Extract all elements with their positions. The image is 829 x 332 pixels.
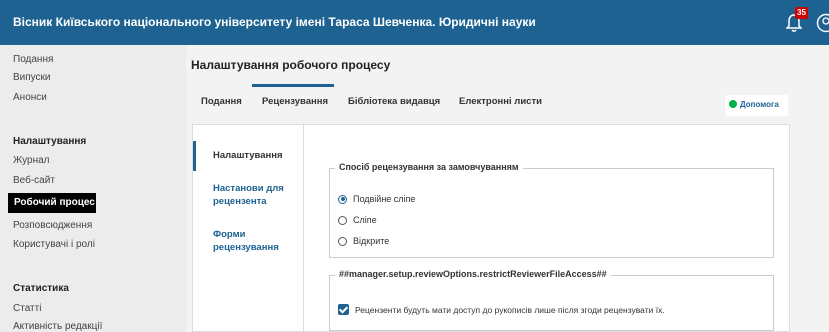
subnav-settings[interactable]: Налаштування <box>213 149 283 162</box>
sidebar-item-announcements[interactable]: Анонси <box>13 92 47 103</box>
panel-divider <box>303 125 304 332</box>
sidebar-section-statistics: Статистика <box>13 283 69 294</box>
sidebar-item-articles[interactable]: Статті <box>13 303 41 314</box>
radio-button[interactable] <box>338 236 347 246</box>
help-dot-icon <box>729 100 737 108</box>
sidebar-item-website[interactable]: Веб-сайт <box>13 175 55 186</box>
main-content: Налаштування робочого процесу Подання Ре… <box>186 45 829 332</box>
settings-panel: Налаштування Настанови для рецензента Фо… <box>192 124 790 332</box>
notification-count-badge: 35 <box>795 7 808 19</box>
radio-label: Сліпе <box>353 215 377 225</box>
radio-option-double-blind[interactable]: Подвійне сліпе <box>338 194 415 204</box>
tab-emails[interactable]: Електронні листи <box>459 96 542 107</box>
restrict-file-access-option[interactable]: Рецензенти будуть мати доступ до рукопис… <box>338 304 665 315</box>
file-access-fieldset: ##manager.setup.reviewOptions.restrictRe… <box>329 269 774 331</box>
top-bar: Вісник Київського національного універси… <box>0 0 829 45</box>
active-subnav-indicator <box>193 141 196 171</box>
tab-publisher-library[interactable]: Бібліотека видавця <box>348 96 440 107</box>
radio-label: Відкрите <box>353 236 390 246</box>
radio-label: Подвійне сліпе <box>353 194 416 204</box>
review-method-fieldset: Спосіб рецензування за замовчуванням Под… <box>329 162 774 258</box>
user-icon[interactable] <box>816 13 829 33</box>
tab-submissions[interactable]: Подання <box>201 96 242 107</box>
radio-option-blind[interactable]: Сліпе <box>338 215 377 225</box>
radio-button[interactable] <box>338 194 347 204</box>
sidebar: Подання Випуски Анонси Налаштування Журн… <box>0 45 186 332</box>
file-access-legend: ##manager.setup.reviewOptions.restrictRe… <box>335 269 611 279</box>
sidebar-item-distribution[interactable]: Розповсюдження <box>13 220 92 231</box>
restrict-file-access-checkbox[interactable] <box>338 304 349 315</box>
sidebar-item-journal[interactable]: Журнал <box>13 155 50 166</box>
subnav-reviewer-guidelines[interactable]: Настанови для рецензента <box>213 182 293 208</box>
tab-review[interactable]: Рецензування <box>262 96 328 107</box>
sidebar-item-submissions[interactable]: Подання <box>13 54 53 65</box>
subnav-review-forms[interactable]: Форми рецензування <box>213 228 293 254</box>
sidebar-item-editorial-activity[interactable]: Активність редакції <box>13 321 102 332</box>
sidebar-item-issues[interactable]: Випуски <box>13 72 51 83</box>
radio-option-open[interactable]: Відкрите <box>338 236 389 246</box>
sidebar-section-settings: Налаштування <box>13 136 87 147</box>
help-button[interactable]: Допомога <box>725 95 788 116</box>
help-label: Допомога <box>740 100 779 109</box>
sidebar-item-workflow[interactable]: Робочий процес <box>8 193 96 213</box>
sidebar-item-users-roles[interactable]: Користувачі і ролі <box>13 239 95 250</box>
journal-title[interactable]: Вісник Київського національного універси… <box>13 15 536 29</box>
page-title: Налаштування робочого процесу <box>191 58 391 72</box>
review-method-legend: Спосіб рецензування за замовчуванням <box>335 162 523 172</box>
active-tab-indicator <box>252 84 334 87</box>
radio-button[interactable] <box>338 215 347 225</box>
checkbox-label: Рецензенти будуть мати доступ до рукопис… <box>355 304 665 315</box>
